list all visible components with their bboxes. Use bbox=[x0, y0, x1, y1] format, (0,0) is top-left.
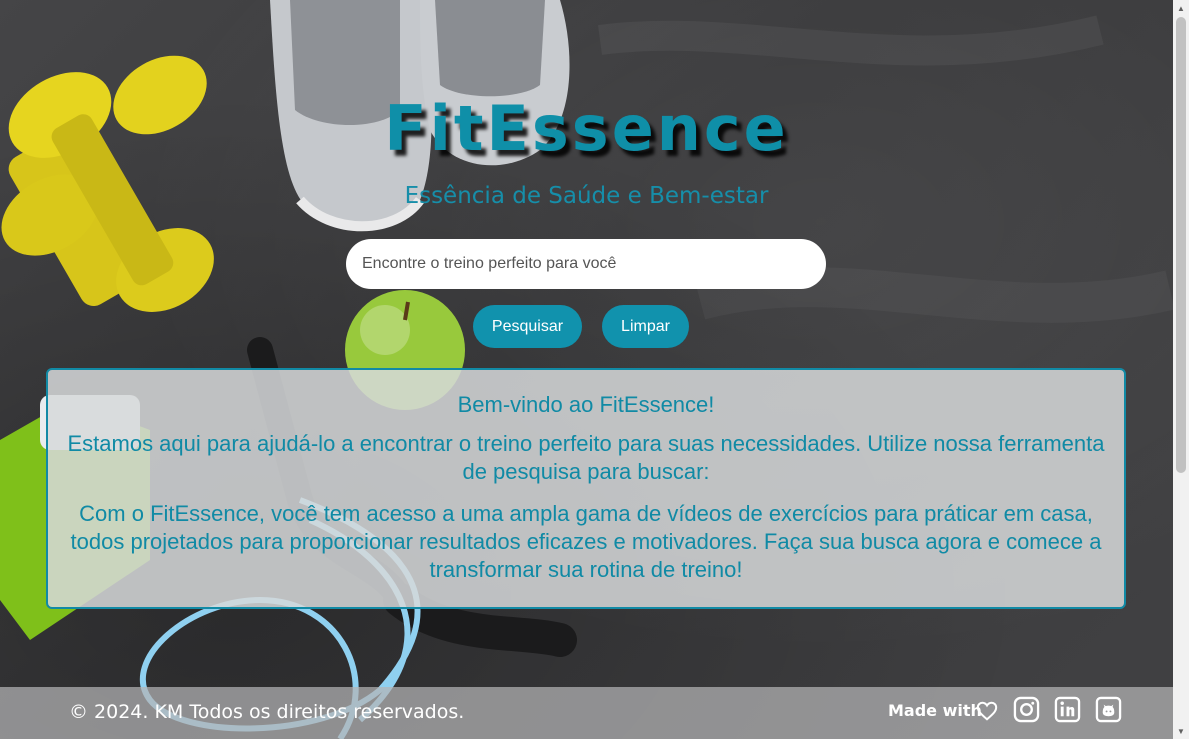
scroll-up-arrow-icon[interactable]: ▲ bbox=[1173, 0, 1189, 16]
search-button[interactable]: Pesquisar bbox=[473, 305, 582, 348]
site-tagline: Essência de Saúde e Bem-estar bbox=[404, 183, 769, 209]
copyright-text: © 2024. KM Todos os direitos reservados. bbox=[69, 701, 465, 723]
linkedin-link[interactable] bbox=[1054, 696, 1081, 723]
instagram-link[interactable] bbox=[1013, 696, 1040, 723]
welcome-title: Bem-vindo ao FitEssence! bbox=[457, 392, 715, 417]
github-link[interactable] bbox=[1095, 696, 1122, 723]
search-input[interactable] bbox=[346, 239, 826, 289]
instagram-icon bbox=[1013, 696, 1040, 723]
linkedin-icon bbox=[1054, 696, 1081, 723]
scrollbar-thumb[interactable] bbox=[1176, 17, 1186, 473]
made-with-text: Made with bbox=[888, 701, 982, 720]
scroll-down-arrow-icon[interactable]: ▼ bbox=[1173, 723, 1189, 739]
welcome-paragraph-1: Estamos aqui para ajudá-lo a encontrar o… bbox=[67, 431, 1105, 484]
welcome-panel: Bem-vindo ao FitEssence! Estamos aqui pa… bbox=[46, 368, 1126, 609]
site-title: FitEssence bbox=[384, 92, 789, 165]
footer: © 2024. KM Todos os direitos reservados.… bbox=[0, 687, 1173, 739]
vertical-scrollbar[interactable]: ▲ ▼ bbox=[1173, 0, 1189, 739]
github-icon bbox=[1095, 696, 1122, 723]
heart-icon bbox=[976, 701, 998, 721]
welcome-paragraph-2: Com o FitEssence, você tem acesso a uma … bbox=[70, 501, 1102, 582]
clear-button[interactable]: Limpar bbox=[602, 305, 689, 348]
